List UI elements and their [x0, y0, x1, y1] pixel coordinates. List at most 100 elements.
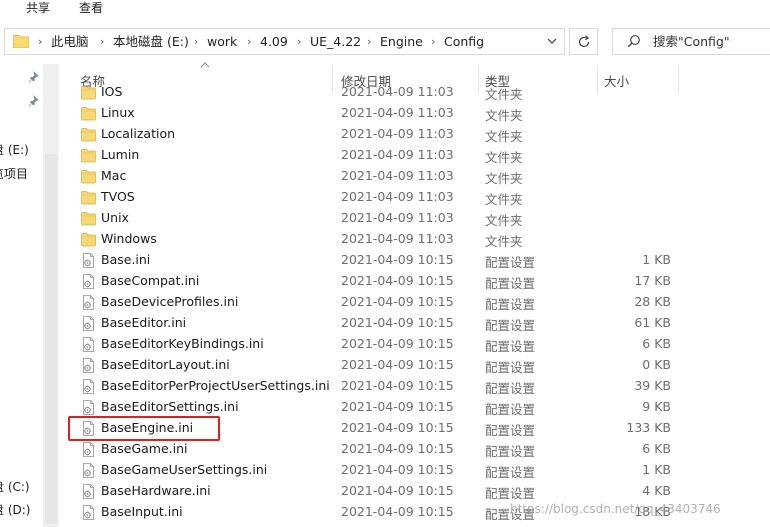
watermark: https://blog.csdn.net/qq_43403746 — [510, 502, 721, 516]
chevron-right-icon[interactable]: › — [367, 35, 371, 48]
file-size: 1 KB — [642, 252, 671, 267]
file-size: 17 KB — [634, 273, 671, 288]
file-date: 2021-04-09 11:03 — [341, 210, 454, 225]
chevron-down-icon[interactable] — [545, 34, 559, 48]
navigation-pane: 盘 (E:) 览项目 e P 盘 (C:) 盘 (D:) — [0, 62, 59, 527]
file-size: 1 KB — [642, 462, 671, 477]
file-name: Base.ini — [101, 252, 151, 267]
file-row[interactable]: Windows 2021-04-09 11:03 文件夹 — [59, 229, 770, 250]
ribbon-tab-view[interactable]: 查看 — [79, 0, 103, 16]
file-name: Localization — [101, 126, 176, 141]
file-type: 文件夹 — [485, 192, 523, 207]
chevron-right-icon[interactable]: › — [100, 35, 104, 48]
file-row[interactable]: BaseEditor.ini 2021-04-09 10:15 配置设置 61 KB — [59, 313, 770, 334]
file-type: 文件夹 — [485, 87, 523, 102]
file-size: 39 KB — [634, 378, 671, 393]
file-date: 2021-04-09 11:03 — [341, 105, 454, 120]
config-file-icon — [83, 337, 94, 352]
pin-icon[interactable] — [28, 71, 40, 83]
nav-scrollbar[interactable] — [43, 64, 59, 527]
chevron-right-icon[interactable]: › — [247, 35, 251, 48]
nav-item-preview[interactable]: 览项目 — [0, 165, 28, 182]
file-date: 2021-04-09 11:03 — [341, 168, 454, 183]
file-row[interactable]: BaseGameUserSettings.ini 2021-04-09 10:15… — [59, 460, 770, 481]
file-date: 2021-04-09 11:03 — [341, 231, 454, 246]
file-name: BaseDeviceProfiles.ini — [101, 294, 239, 309]
file-date: 2021-04-09 10:15 — [341, 462, 454, 477]
file-row[interactable]: BaseEngine.ini 2021-04-09 10:15 配置设置 133 KB — [59, 418, 770, 439]
file-row[interactable]: Linux 2021-04-09 11:03 文件夹 — [59, 103, 770, 124]
pin-icon[interactable] — [28, 95, 40, 107]
file-type: 文件夹 — [485, 150, 523, 165]
folder-icon — [81, 128, 96, 142]
file-row[interactable]: IOS 2021-04-09 11:03 文件夹 — [59, 83, 770, 103]
folder-icon — [13, 35, 29, 48]
file-row[interactable]: Localization 2021-04-09 11:03 文件夹 — [59, 124, 770, 145]
breadcrumb-this-pc[interactable]: 此电脑 — [51, 34, 89, 50]
ribbon-tab-share[interactable]: 共享 — [26, 0, 50, 16]
breadcrumb-drive-e[interactable]: 本地磁盘 (E:) — [113, 34, 189, 50]
breadcrumb-work[interactable]: work — [207, 34, 237, 50]
file-row[interactable]: Lumin 2021-04-09 11:03 文件夹 — [59, 145, 770, 166]
file-row[interactable]: BaseEditorLayout.ini 2021-04-09 10:15 配置设置… — [59, 355, 770, 376]
file-type: 配置设置 — [485, 276, 536, 291]
address-bar[interactable]: › 此电脑 › 本地磁盘 (E:) › work › 4.09 › UE_4.2… — [4, 28, 565, 55]
file-type: 配置设置 — [485, 423, 536, 438]
file-row[interactable]: Unix 2021-04-09 11:03 文件夹 — [59, 208, 770, 229]
file-type: 配置设置 — [485, 444, 536, 459]
file-type: 配置设置 — [485, 255, 536, 270]
refresh-button[interactable] — [569, 28, 598, 55]
chevron-right-icon[interactable]: › — [38, 35, 42, 48]
file-size: 6 KB — [642, 441, 671, 456]
file-row[interactable]: Base.ini 2021-04-09 10:15 配置设置 1 KB — [59, 250, 770, 271]
file-size: 61 KB — [634, 315, 671, 330]
file-row[interactable]: BaseEditorKeyBindings.ini 2021-04-09 10:1… — [59, 334, 770, 355]
chevron-right-icon[interactable]: › — [194, 35, 198, 48]
nav-scrollbar-thumb[interactable] — [45, 154, 57, 524]
breadcrumb-ue-4-22[interactable]: UE_4.22 — [310, 34, 361, 50]
file-size: 28 KB — [634, 294, 671, 309]
file-date: 2021-04-09 11:03 — [341, 126, 454, 141]
file-date: 2021-04-09 10:15 — [341, 273, 454, 288]
file-type: 配置设置 — [485, 486, 536, 501]
file-name: BaseEditorLayout.ini — [101, 357, 230, 372]
file-name: BaseEditorPerProjectUserSettings.ini — [101, 378, 330, 393]
file-row[interactable]: BaseGame.ini 2021-04-09 10:15 配置设置 6 KB — [59, 439, 770, 460]
config-file-icon — [83, 463, 94, 478]
file-date: 2021-04-09 10:15 — [341, 378, 454, 393]
file-type: 文件夹 — [485, 108, 523, 123]
file-name: Lumin — [101, 147, 140, 162]
file-name: BaseGameUserSettings.ini — [101, 462, 268, 477]
file-type: 配置设置 — [485, 318, 536, 333]
file-row[interactable]: TVOS 2021-04-09 11:03 文件夹 — [59, 187, 770, 208]
file-row[interactable]: Mac 2021-04-09 11:03 文件夹 — [59, 166, 770, 187]
file-date: 2021-04-09 11:03 — [341, 147, 454, 162]
folder-icon — [81, 107, 96, 121]
file-row[interactable]: BaseDeviceProfiles.ini 2021-04-09 10:15 配置… — [59, 292, 770, 313]
chevron-right-icon[interactable]: › — [431, 35, 435, 48]
config-file-icon — [83, 421, 94, 436]
file-name: BaseHardware.ini — [101, 483, 211, 498]
file-row[interactable]: BaseCompat.ini 2021-04-09 10:15 配置设置 17 KB — [59, 271, 770, 292]
file-row[interactable]: BaseEditorSettings.ini 2021-04-09 10:15 配置… — [59, 397, 770, 418]
config-file-icon — [83, 442, 94, 457]
nav-item-drive-e[interactable]: 盘 (E:) — [0, 141, 29, 158]
breadcrumb-engine[interactable]: Engine — [380, 34, 423, 50]
file-size: 133 KB — [626, 420, 671, 435]
folder-icon — [81, 233, 96, 247]
file-row[interactable]: BaseHardware.ini 2021-04-09 10:15 配置设置 4 KB — [59, 481, 770, 502]
address-row: › 此电脑 › 本地磁盘 (E:) › work › 4.09 › UE_4.2… — [0, 22, 770, 62]
breadcrumb-config[interactable]: Config — [444, 34, 484, 50]
file-row[interactable]: BaseEditorPerProjectUserSettings.ini 2021… — [59, 376, 770, 397]
file-date: 2021-04-09 10:15 — [341, 252, 454, 267]
file-type: 文件夹 — [485, 171, 523, 186]
file-date: 2021-04-09 11:03 — [341, 84, 454, 99]
file-size: 4 KB — [642, 483, 671, 498]
file-list[interactable]: IOS 2021-04-09 11:03 文件夹 Linux 2021-04-09 11… — [59, 83, 770, 527]
nav-item-drive-c[interactable]: 盘 (C:) — [0, 478, 30, 495]
config-file-icon — [83, 253, 94, 268]
breadcrumb-4-09[interactable]: 4.09 — [260, 34, 288, 50]
nav-item-drive-d[interactable]: 盘 (D:) — [0, 501, 30, 518]
chevron-right-icon[interactable]: › — [297, 35, 301, 48]
file-size: 6 KB — [642, 336, 671, 351]
